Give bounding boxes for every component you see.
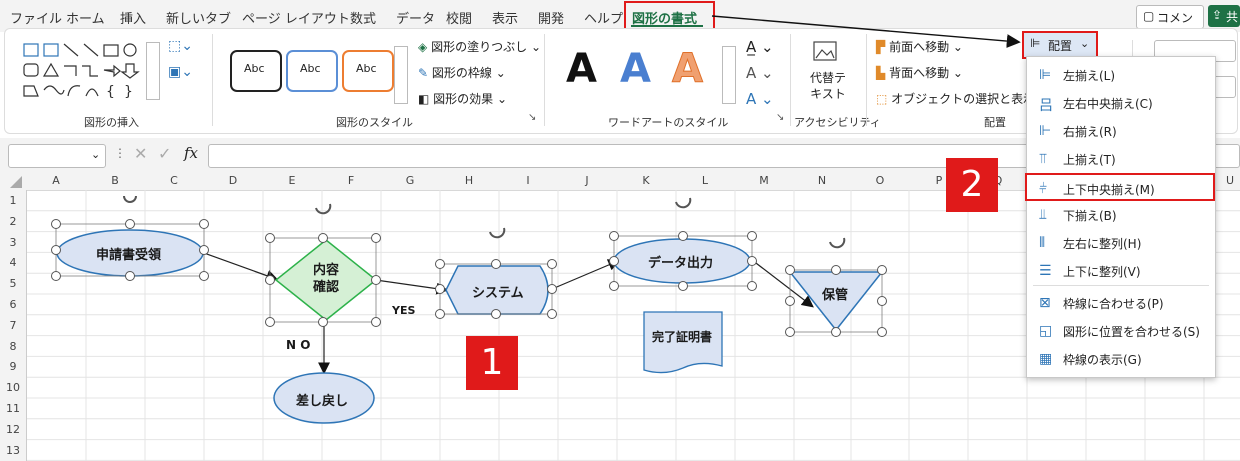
resize-handle[interactable] [318, 233, 328, 243]
snap-shape-icon: ◱ [1039, 323, 1053, 339]
resize-handle[interactable] [747, 231, 757, 241]
step-1-badge: 1 [466, 336, 518, 390]
rotate-handle-icon[interactable] [829, 237, 846, 249]
rotate-handle-icon[interactable] [675, 197, 692, 209]
snap-grid-icon: ⊠ [1039, 295, 1051, 311]
menu-item-label: 左右に整列(H) [1063, 237, 1142, 251]
menu-item-label: 図形に位置を合わせる(S) [1063, 325, 1200, 339]
rotate-handle-icon[interactable] [123, 195, 137, 203]
resize-handle[interactable] [435, 284, 445, 294]
menu-item-align-left[interactable]: ⊫ 左揃え(L) [1027, 61, 1215, 89]
align-right-icon: ⊩ [1039, 123, 1052, 139]
align-center-icon: 吕 [1039, 98, 1053, 114]
menu-item-label: 左揃え(L) [1063, 69, 1116, 83]
resize-handle[interactable] [51, 271, 61, 281]
menu-item-align-center[interactable]: 吕左右中央揃え(C) [1027, 89, 1215, 117]
flow-reject-label: 差し戻し [296, 394, 349, 409]
align-dropdown-menu: ⊫ 左揃え(L) 吕左右中央揃え(C) ⊩ 右揃え(R) ⫪ 上揃え(T) ⫩ 上下中央揃え(M… [1025, 56, 1216, 378]
resize-handle[interactable] [831, 265, 841, 275]
resize-handle[interactable] [125, 219, 135, 229]
resize-handle[interactable] [371, 317, 381, 327]
resize-handle[interactable] [371, 233, 381, 243]
connector-start-decision[interactable] [203, 252, 279, 282]
align-left-icon: ⊫ [1039, 67, 1052, 83]
resize-handle[interactable] [547, 259, 557, 269]
rotate-handle-icon[interactable] [489, 227, 506, 239]
resize-handle[interactable] [831, 327, 841, 337]
resize-handle[interactable] [547, 309, 557, 319]
menu-item-distribute-vertical[interactable]: ☰ 上下に整列(V) [1027, 257, 1215, 285]
resize-handle[interactable] [265, 317, 275, 327]
flow-output-label: データ出力 [648, 256, 714, 271]
resize-handle[interactable] [785, 265, 795, 275]
resize-handle[interactable] [609, 256, 619, 266]
resize-handle[interactable] [609, 281, 619, 291]
resize-handle[interactable] [199, 271, 209, 281]
resize-handle[interactable] [318, 317, 328, 327]
resize-handle[interactable] [199, 219, 209, 229]
flow-store-label: 保管 [822, 288, 849, 303]
flow-system-label: システム [472, 286, 524, 301]
menu-item-align-top[interactable]: ⫪ 上揃え(T) [1027, 145, 1215, 173]
menu-item-align-right[interactable]: ⊩ 右揃え(R) [1027, 117, 1215, 145]
align-bottom-icon: ⫫ [1039, 207, 1047, 223]
menu-item-label: 上下に整列(V) [1063, 265, 1141, 279]
menu-item-view-gridlines[interactable]: ▦ 枠線の表示(G) [1027, 345, 1215, 373]
flow-no-label: N O [286, 338, 311, 352]
menu-item-distribute-horizontal[interactable]: ⦀ 左右に整列(H) [1027, 229, 1215, 257]
menu-item-label: 上下中央揃え(M) [1063, 183, 1155, 197]
menu-item-align-middle[interactable]: ⫩ 上下中央揃え(M) [1025, 173, 1215, 201]
resize-handle[interactable] [435, 309, 445, 319]
resize-handle[interactable] [199, 245, 209, 255]
resize-handle[interactable] [125, 271, 135, 281]
distribute-horizontal-icon: ⦀ [1039, 235, 1046, 251]
align-middle-icon: ⫩ [1039, 181, 1048, 197]
resize-handle[interactable] [747, 256, 757, 266]
flow-decision-label: 内容 確認 [312, 263, 339, 295]
resize-handle[interactable] [435, 259, 445, 269]
menu-item-label: 上揃え(T) [1063, 153, 1116, 167]
resize-handle[interactable] [609, 231, 619, 241]
resize-handle[interactable] [491, 259, 501, 269]
step-2-badge: 2 [946, 158, 998, 212]
resize-handle[interactable] [877, 265, 887, 275]
resize-handle[interactable] [678, 281, 688, 291]
align-top-icon: ⫪ [1039, 151, 1047, 167]
menu-item-snap-grid[interactable]: ⊠ 枠線に合わせる(P) [1027, 289, 1215, 317]
resize-handle[interactable] [877, 296, 887, 306]
resize-handle[interactable] [265, 275, 275, 285]
flow-yes-label: YES [392, 304, 416, 317]
flow-start-label: 申請書受領 [96, 248, 162, 263]
resize-handle[interactable] [547, 284, 557, 294]
resize-handle[interactable] [51, 245, 61, 255]
menu-separator [1033, 285, 1209, 286]
menu-item-label: 左右中央揃え(C) [1063, 97, 1153, 111]
menu-item-label: 枠線の表示(G) [1063, 353, 1142, 367]
resize-handle[interactable] [785, 296, 795, 306]
menu-item-label: 右揃え(R) [1063, 125, 1117, 139]
connector-system-output[interactable] [551, 259, 621, 290]
resize-handle[interactable] [785, 327, 795, 337]
menu-item-label: 枠線に合わせる(P) [1063, 297, 1164, 311]
flow-document-label: 完了証明書 [652, 330, 713, 344]
resize-handle[interactable] [747, 281, 757, 291]
resize-handle[interactable] [491, 309, 501, 319]
distribute-vertical-icon: ☰ [1039, 263, 1052, 279]
menu-item-align-bottom[interactable]: ⫫ 下揃え(B) [1027, 201, 1215, 229]
menu-item-label: 下揃え(B) [1063, 209, 1117, 223]
resize-handle[interactable] [371, 275, 381, 285]
view-gridlines-icon: ▦ [1039, 351, 1053, 367]
menu-item-snap-shape[interactable]: ◱ 図形に位置を合わせる(S) [1027, 317, 1215, 345]
rotate-handle-icon[interactable] [315, 203, 332, 215]
resize-handle[interactable] [678, 231, 688, 241]
resize-handle[interactable] [877, 327, 887, 337]
annotation-arrow-tab-to-align [711, 15, 1021, 49]
resize-handle[interactable] [265, 233, 275, 243]
resize-handle[interactable] [51, 219, 61, 229]
